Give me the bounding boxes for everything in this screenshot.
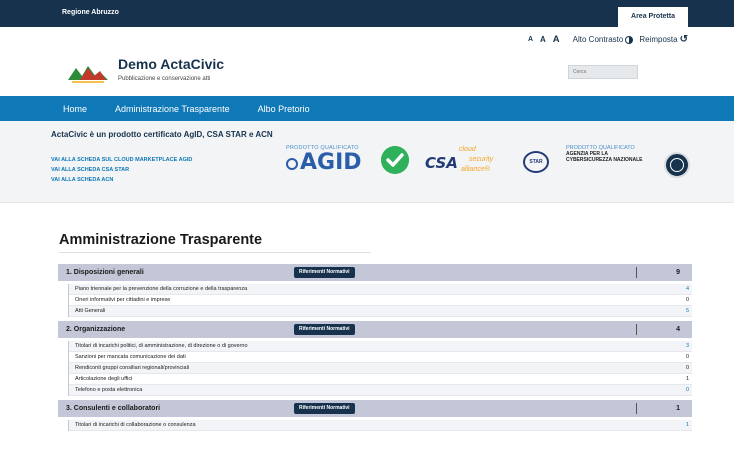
area-protetta-button[interactable]: Area Protetta [618,7,688,27]
regione-logo-icon[interactable] [66,62,110,86]
divider [636,267,637,278]
undo-icon: ↺ [679,34,688,45]
acn-seal-icon [664,152,690,178]
subcategory-list: Titolari di incarichi politici, di ammin… [68,341,692,396]
category-name[interactable]: 2. Organizzazione [66,326,125,333]
subcategory-row[interactable]: Piano triennale per la prevenzione della… [69,284,692,295]
agid-wordmark: AGID [300,150,362,175]
category-name[interactable]: 1. Disposizioni generali [66,269,144,276]
high-contrast-label: Alto Contrasto [572,35,624,44]
category-row[interactable]: 3. Consulenti e collaboratori Riferiment… [58,400,692,417]
subcategory-count: 0 [685,365,689,371]
subcategory-row[interactable]: Telefono e posta elettronica 0 [69,385,692,396]
subcategory-name[interactable]: Atti Generali [75,308,105,314]
category-row[interactable]: 1. Disposizioni generali Riferimenti Nor… [58,264,692,281]
top-bar: Regione Abruzzo Area Protetta [0,0,734,27]
csa-security-text: security [469,156,494,163]
region-link[interactable]: Regione Abruzzo [62,9,119,16]
riferimenti-normativi-button[interactable]: Riferimenti Normativi [294,403,355,414]
reset-label: Reimposta [639,35,678,44]
transparency-table: 1. Disposizioni generali Riferimenti Nor… [58,264,692,435]
contrast-icon [625,35,634,44]
subcategory-list: Piano triennale per la prevenzione della… [68,284,692,317]
subcategory-row[interactable]: Titolari di incarichi politici, di ammin… [69,341,692,352]
subcategory-name[interactable]: Sanzioni per mancata comunicazione dei d… [75,354,186,360]
main-nav: Home Administrazione Trasparente Albo Pr… [0,96,734,121]
font-size-medium-button[interactable]: A [540,35,546,44]
subcategory-count: 0 [685,297,689,303]
category-count: 9 [676,269,680,276]
subcategory-list: Titolari di incarichi di collaborazione … [68,420,692,431]
subcategory-count: 0 [685,354,689,360]
subcategory-count: 1 [685,376,689,382]
category-count: 4 [676,326,680,333]
accessibility-bar: A A A Alto Contrasto Reimposta ↺ [528,34,688,45]
csa-wordmark: CSA [425,154,458,172]
csa-logo: CSA cloud security alliance® [425,146,505,180]
csa-alliance-text: alliance® [461,166,490,173]
subcategory-name[interactable]: Articolazione degli uffici [75,376,132,382]
divider [636,324,637,335]
category-name[interactable]: 3. Consulenti e collaboratori [66,405,160,412]
nav-item-albo-pretorio[interactable]: Albo Pretorio [258,104,310,114]
nav-item-home[interactable]: Home [63,104,87,114]
category-count: 1 [676,405,680,412]
subcategory-row[interactable]: Rendiconti gruppi consiliari regionali/p… [69,363,692,374]
subcategory-name[interactable]: Titolari di incarichi politici, di ammin… [75,343,248,349]
subcategory-row[interactable]: Sanzioni per mancata comunicazione dei d… [69,352,692,363]
font-size-large-button[interactable]: A [553,34,560,45]
nav-item-amministrazione-trasparente[interactable]: Administrazione Trasparente [115,104,230,114]
riferimenti-normativi-button[interactable]: Riferimenti Normativi [294,324,355,335]
subcategory-name[interactable]: Rendiconti gruppi consiliari regionali/p… [75,365,189,371]
category-row[interactable]: 2. Organizzazione Riferimenti Normativi … [58,321,692,338]
subcategory-name[interactable]: Oneri informativi per cittadini e impres… [75,297,170,303]
subcategory-name[interactable]: Titolari di incarichi di collaborazione … [75,422,196,428]
site-title[interactable]: Demo ActaCivic [118,56,224,72]
divider [636,403,637,414]
subcategory-count: 1 [685,422,689,428]
search-input[interactable] [568,65,638,79]
font-size-small-button[interactable]: A [528,36,533,43]
csa-star-badge-icon: STAR [523,151,549,173]
riferimenti-normativi-button[interactable]: Riferimenti Normativi [294,267,355,278]
checkmark-icon [381,146,409,174]
reset-button[interactable]: Reimposta ↺ [639,34,688,45]
agid-gear-icon [286,158,298,170]
subcategory-count: 3 [685,343,689,349]
certification-headline: ActaCivic è un prodotto certificato AgID… [51,130,273,139]
subcategory-row[interactable]: Atti Generali 5 [69,306,692,317]
site-subtitle: Pubblicazione e conservazione atti [118,76,211,82]
subcategory-row[interactable]: Titolari di incarichi di collaborazione … [69,420,692,431]
csa-star-link[interactable]: VAI ALLA SCHEDA CSA STAR [51,167,129,173]
agid-badge: PRODOTTO QUALIFICATO AGID [286,145,362,174]
page-title: Amministrazione Trasparente [59,232,263,248]
subcategory-name[interactable]: Piano triennale per la prevenzione della… [75,286,247,292]
csa-cloud-text: cloud [459,146,476,153]
agid-marketplace-link[interactable]: VAI ALLA SCHEDA SUL CLOUD MARKETPLACE AG… [51,157,192,163]
subcategory-count: 0 [685,387,689,393]
subcategory-row[interactable]: Articolazione degli uffici 1 [69,374,692,385]
title-divider [59,252,371,253]
high-contrast-toggle[interactable]: Alto Contrasto [573,35,634,44]
subcategory-count: 5 [685,308,689,314]
subcategory-count: 4 [685,286,689,292]
acn-link[interactable]: VAI ALLA SCHEDA ACN [51,177,113,183]
subcategory-row[interactable]: Oneri informativi per cittadini e impres… [69,295,692,306]
subcategory-name[interactable]: Telefono e posta elettronica [75,387,142,393]
